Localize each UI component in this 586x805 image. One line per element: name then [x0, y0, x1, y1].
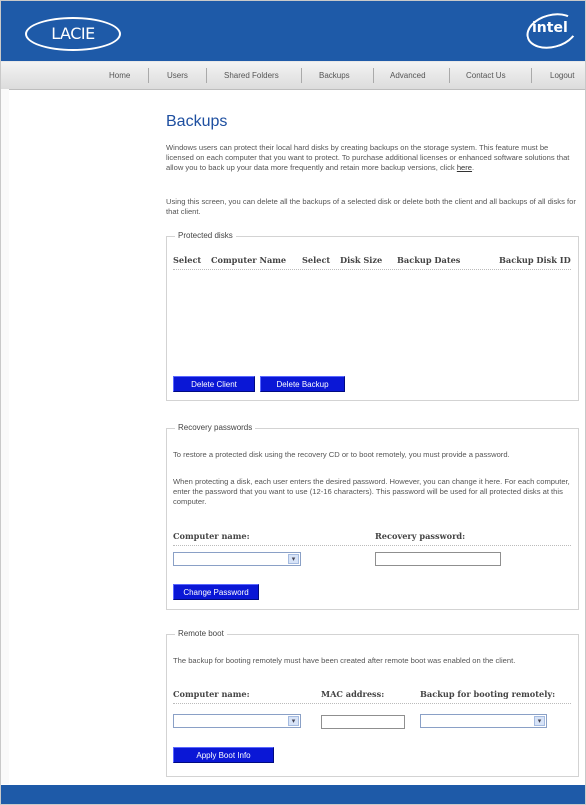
boot-backup-label: Backup for booting remotely:: [420, 689, 556, 699]
chevron-down-icon[interactable]: ▾: [534, 716, 545, 726]
col-select-disk: Select: [302, 255, 331, 265]
intel-logo-text: intel: [532, 20, 568, 36]
intro-text-end: .: [472, 163, 475, 172]
delete-backup-button[interactable]: Delete Backup: [260, 376, 345, 392]
col-backup-disk-id: Backup Disk ID: [499, 255, 571, 265]
purchase-link[interactable]: here: [457, 163, 472, 172]
nav-divider: [148, 68, 149, 83]
recovery-computer-label: Computer name:: [173, 531, 250, 541]
header-bar: LACIE intel: [1, 1, 585, 61]
intel-logo: intel: [522, 7, 582, 55]
table-header-divider: [173, 269, 571, 270]
change-password-button[interactable]: Change Password: [173, 584, 259, 600]
col-disk-size: Disk Size: [340, 255, 383, 265]
nav-divider: [373, 68, 374, 83]
col-computer-name: Computer Name: [211, 255, 287, 265]
protected-disks-legend: Protected disks: [175, 231, 236, 240]
boot-backup-select[interactable]: ▾: [420, 714, 547, 728]
mac-address-input[interactable]: [321, 715, 405, 729]
remote-boot-divider: [173, 703, 571, 704]
nav-divider: [301, 68, 302, 83]
nav-logout[interactable]: Logout: [550, 62, 574, 89]
nav-divider: [449, 68, 450, 83]
recovery-passwords-legend: Recovery passwords: [175, 423, 256, 432]
chevron-down-icon[interactable]: ▾: [288, 716, 299, 726]
left-margin: [1, 89, 9, 784]
page-title: Backups: [166, 113, 228, 130]
col-backup-dates: Backup Dates: [397, 255, 461, 265]
nav-home[interactable]: Home: [109, 62, 130, 89]
recovery-password-input[interactable]: [375, 552, 501, 566]
nav-advanced[interactable]: Advanced: [390, 62, 426, 89]
footer-bar: [1, 785, 585, 804]
lacie-logo[interactable]: LACIE: [25, 17, 121, 51]
nav-backups[interactable]: Backups: [319, 62, 350, 89]
delete-info-text: Using this screen, you can delete all th…: [166, 197, 576, 216]
nav-divider: [531, 68, 532, 83]
col-select: Select: [173, 255, 202, 265]
nav-shared-folders[interactable]: Shared Folders: [224, 62, 279, 89]
main-nav: Home Users Shared Folders Backups Advanc…: [1, 61, 585, 90]
remote-boot-text: The backup for booting remotely must hav…: [173, 656, 516, 665]
intro-text: Windows users can protect their local ha…: [166, 143, 578, 173]
nav-users[interactable]: Users: [167, 62, 188, 89]
chevron-down-icon[interactable]: ▾: [288, 554, 299, 564]
intro-text-body: Windows users can protect their local ha…: [166, 143, 570, 172]
recovery-text-2: When protecting a disk, each user enters…: [173, 477, 570, 506]
recovery-divider: [173, 545, 571, 546]
remote-boot-legend: Remote boot: [175, 629, 227, 638]
recovery-computer-select[interactable]: ▾: [173, 552, 301, 566]
apply-boot-info-button[interactable]: Apply Boot Info: [173, 747, 274, 763]
boot-computer-label: Computer name:: [173, 689, 250, 699]
recovery-password-label: Recovery password:: [375, 531, 466, 541]
boot-computer-select[interactable]: ▾: [173, 714, 301, 728]
delete-client-button[interactable]: Delete Client: [173, 376, 255, 392]
nav-contact-us[interactable]: Contact Us: [466, 62, 506, 89]
recovery-text-1: To restore a protected disk using the re…: [173, 450, 510, 459]
boot-mac-label: MAC address:: [321, 689, 385, 699]
nav-divider: [206, 68, 207, 83]
